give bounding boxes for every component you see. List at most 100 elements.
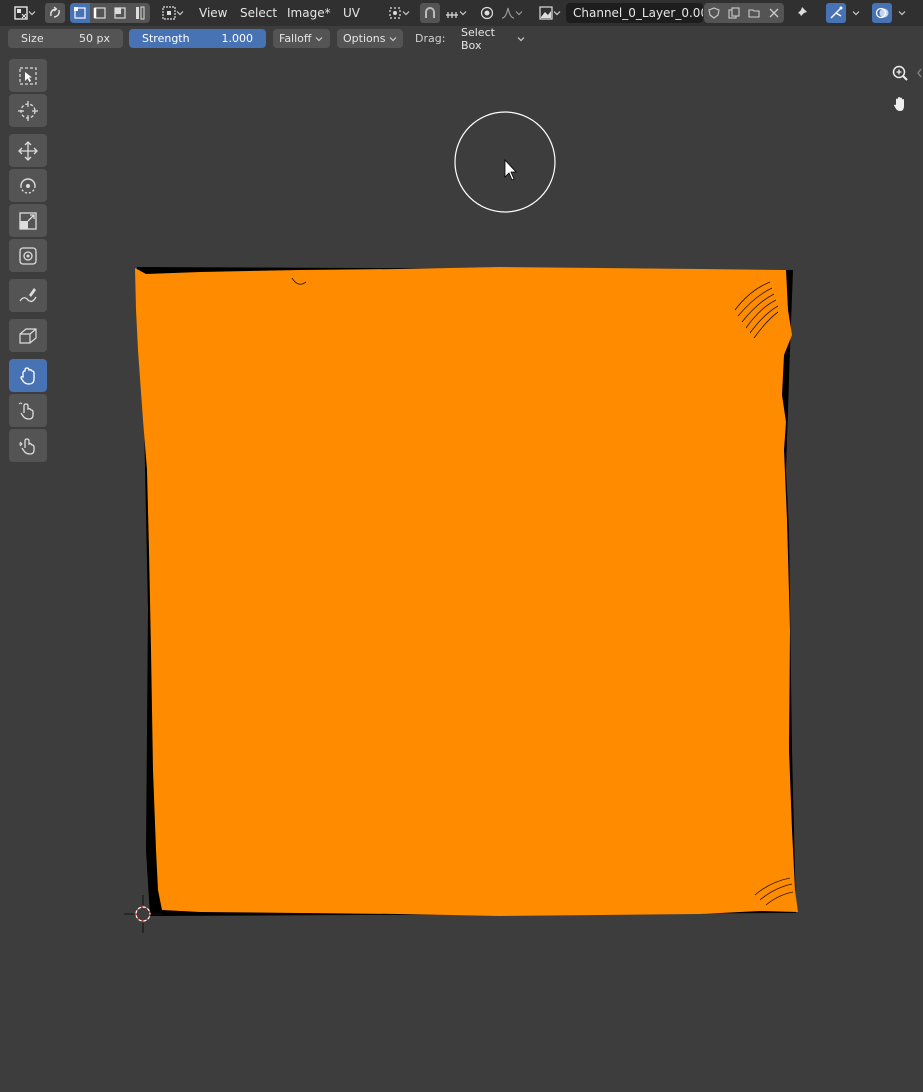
unlink-image-button[interactable] — [764, 3, 784, 23]
chevron-down-icon — [176, 9, 184, 17]
uv-editor-icon — [14, 6, 28, 20]
tool-move[interactable] — [9, 134, 47, 167]
sync-selection-toggle[interactable] — [45, 3, 65, 23]
chevron-down-icon — [553, 9, 561, 17]
gizmo-icon — [830, 6, 843, 19]
vertex-select-icon — [74, 7, 86, 19]
menu-uv[interactable]: UV — [340, 4, 363, 22]
uv-select-mode-group — [70, 3, 150, 23]
edge-select-icon — [93, 7, 106, 19]
options-dropdown[interactable]: Options — [337, 29, 403, 48]
editor-type-button[interactable] — [10, 3, 40, 23]
menu-select[interactable]: Select — [237, 4, 280, 22]
island-select-button[interactable] — [130, 3, 150, 23]
tool-annotate[interactable] — [9, 279, 47, 312]
tool-cursor[interactable] — [9, 94, 47, 127]
brush-strength-field[interactable]: Strength 1.000 — [129, 29, 266, 48]
uv-editor-canvas[interactable] — [0, 50, 923, 1092]
uv-painted-region — [135, 267, 798, 916]
drag-mode-dropdown[interactable]: Select Box — [454, 26, 529, 52]
falloff-dropdown[interactable]: Falloff — [273, 29, 330, 48]
rotate-icon — [20, 177, 36, 194]
snap-target-dropdown[interactable] — [442, 3, 470, 23]
folder-icon — [748, 9, 760, 18]
island-select-icon — [136, 6, 145, 20]
tool-pinch[interactable] — [9, 429, 47, 462]
pivot-point-dropdown[interactable] — [385, 3, 413, 23]
overlay-icon — [875, 7, 889, 19]
image-icon — [539, 6, 553, 20]
options-label: Options — [343, 32, 386, 45]
chevron-down-icon — [515, 9, 523, 17]
chevron-down-icon — [459, 9, 467, 17]
pin-icon — [796, 7, 807, 18]
pin-button[interactable] — [791, 3, 811, 23]
face-select-button[interactable] — [110, 3, 130, 23]
hand-pan-icon — [894, 97, 904, 111]
annotate-icon — [19, 287, 37, 302]
tool-transform[interactable] — [9, 239, 47, 272]
new-image-button[interactable] — [724, 3, 744, 23]
tool-select-box[interactable] — [9, 59, 47, 92]
menu-view[interactable]: View — [196, 4, 230, 22]
proportional-editing-toggle[interactable] — [477, 3, 497, 23]
tool-rip-region[interactable] — [9, 319, 47, 352]
close-icon — [769, 8, 779, 18]
tool-rotate[interactable] — [9, 169, 47, 202]
proportional-edit-icon — [480, 6, 494, 20]
falloff-label: Falloff — [279, 32, 312, 45]
pan-button[interactable] — [888, 92, 912, 116]
sticky-selection-icon — [162, 6, 176, 20]
sticky-selection-dropdown[interactable] — [160, 3, 186, 23]
tool-scale[interactable] — [9, 204, 47, 237]
image-datablock-buttons — [704, 3, 784, 23]
tool-relax[interactable] — [9, 394, 47, 427]
image-name-field[interactable]: Channel_0_Layer_0.001 — [566, 3, 703, 23]
tool-grab[interactable] — [9, 359, 47, 392]
sync-icon — [50, 6, 60, 18]
fake-user-button[interactable] — [704, 3, 724, 23]
chevron-down-icon — [389, 35, 397, 43]
snap-toggle[interactable] — [420, 3, 440, 23]
drag-label: Drag: — [415, 32, 446, 45]
magnet-icon — [425, 7, 435, 18]
grab-icon — [20, 366, 35, 385]
scale-icon — [19, 211, 37, 230]
tool-settings-bar: Size 50 px Strength 1.000 Falloff Option… — [0, 26, 923, 52]
gizmo-toggle[interactable] — [826, 3, 846, 23]
zoom-icon — [892, 65, 908, 81]
rip-region-icon — [19, 327, 37, 344]
face-select-icon — [114, 7, 126, 19]
edge-select-button[interactable] — [90, 3, 110, 23]
cursor-icon — [18, 100, 38, 121]
overlays-dropdown[interactable] — [895, 3, 909, 23]
chevron-down-icon — [517, 35, 525, 43]
chevron-down-icon — [852, 9, 860, 17]
overlays-toggle[interactable] — [872, 3, 892, 23]
vertex-select-button[interactable] — [70, 3, 90, 23]
open-image-button[interactable] — [744, 3, 764, 23]
shield-icon — [708, 7, 720, 19]
chevron-down-icon — [402, 9, 410, 17]
drag-value: Select Box — [461, 25, 495, 52]
mouse-pointer-icon — [504, 158, 517, 181]
zoom-button[interactable] — [888, 61, 912, 85]
size-label: Size — [21, 32, 44, 45]
move-icon — [18, 140, 38, 161]
browse-image-dropdown[interactable] — [536, 3, 564, 23]
falloff-curve-icon — [501, 7, 515, 19]
sidebar-toggle[interactable] — [915, 66, 923, 80]
strength-label: Strength — [142, 32, 190, 45]
falloff-type-dropdown[interactable] — [498, 3, 526, 23]
select-box-icon — [19, 66, 37, 85]
brush-size-field[interactable]: Size 50 px — [8, 29, 123, 48]
menu-image[interactable]: Image* — [284, 4, 334, 22]
pinch-icon — [19, 437, 35, 455]
gizmo-dropdown[interactable] — [849, 3, 863, 23]
header-bar: View Select Image* UV Channel_0_Layer_0.… — [0, 0, 923, 26]
chevron-down-icon — [898, 9, 906, 17]
chevron-down-icon — [28, 9, 36, 17]
size-value: 50 px — [79, 32, 110, 45]
relax-icon — [18, 402, 34, 420]
transform-icon — [19, 246, 37, 265]
